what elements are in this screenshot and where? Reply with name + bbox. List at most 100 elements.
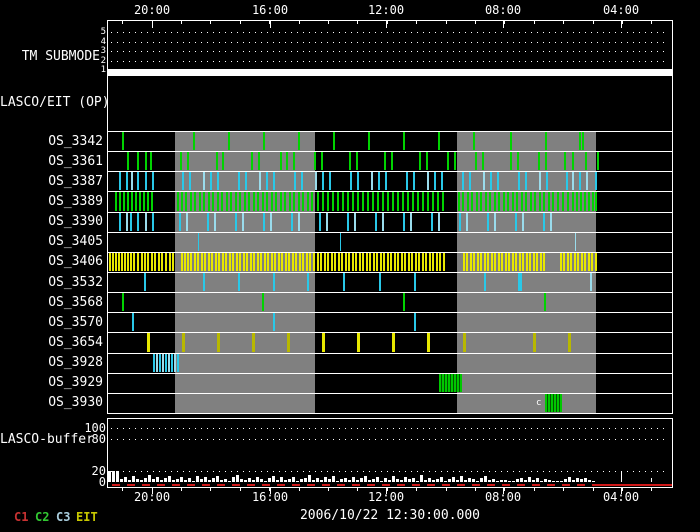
event-tick <box>259 172 261 191</box>
event-tick <box>563 252 565 271</box>
buffer-bar <box>112 471 115 482</box>
buffer-bar <box>136 479 139 482</box>
event-tick <box>572 172 574 191</box>
event-tick <box>426 152 428 171</box>
buffer-bar <box>444 481 447 482</box>
event-tick <box>419 152 421 171</box>
panel-divider <box>107 413 673 414</box>
buffer-bar <box>172 480 175 482</box>
tm-submode-gridline <box>111 41 669 43</box>
event-tick <box>343 273 345 292</box>
event-tick <box>208 252 210 271</box>
event-tick <box>262 192 264 211</box>
axis-minor-tick <box>387 20 388 24</box>
event-tick <box>434 172 436 191</box>
event-tick <box>215 252 217 271</box>
event-tick <box>137 252 139 271</box>
buffer-bar <box>280 477 283 482</box>
event-tick <box>494 252 496 271</box>
event-tick <box>306 252 308 271</box>
event-tick <box>392 333 395 352</box>
event-tick <box>441 172 443 191</box>
event-tick <box>401 252 403 271</box>
event-tick <box>411 252 413 271</box>
buffer-bar <box>448 479 451 482</box>
event-tick <box>544 293 546 312</box>
event-tick <box>182 333 185 352</box>
event-tick <box>515 252 517 271</box>
buffer-bar <box>408 479 411 482</box>
event-tick <box>552 192 554 211</box>
tm-submode-gridline <box>111 51 669 52</box>
event-tick <box>595 252 597 271</box>
event-tick <box>141 252 143 271</box>
event-tick <box>521 192 523 211</box>
buffer-bar <box>340 479 343 482</box>
event-tick <box>417 192 419 211</box>
buffer-bar <box>164 478 167 482</box>
event-tick <box>447 152 449 171</box>
buffer-red-dashed-baseline <box>112 484 598 486</box>
event-tick <box>152 172 154 191</box>
buffer-bar <box>264 481 267 482</box>
event-tick <box>144 252 146 271</box>
event-tick <box>342 192 344 211</box>
event-tick <box>119 212 121 231</box>
event-tick <box>543 252 545 271</box>
axis-hour-label: 08:00 <box>484 490 522 504</box>
event-tick <box>332 192 334 211</box>
event-tick <box>159 353 161 372</box>
event-tick <box>345 252 347 271</box>
event-tick <box>216 152 218 171</box>
event-tick <box>383 252 385 271</box>
buffer-bar <box>272 476 275 482</box>
event-tick <box>230 192 232 211</box>
event-tick <box>251 152 253 171</box>
event-tick <box>169 252 171 271</box>
event-tick <box>352 252 354 271</box>
event-tick <box>127 252 129 271</box>
event-tick <box>127 152 129 171</box>
event-tick <box>525 172 527 191</box>
event-tick <box>201 252 203 271</box>
event-tick <box>534 192 536 211</box>
event-tick <box>121 252 123 271</box>
event-tick <box>529 252 531 271</box>
event-tick <box>518 172 520 191</box>
buffer-bar <box>152 479 155 482</box>
event-tick <box>427 192 429 211</box>
event-tick <box>574 252 576 271</box>
event-tick <box>403 132 405 151</box>
event-tick <box>293 192 295 211</box>
event-tick <box>131 172 133 191</box>
event-tick <box>484 273 486 292</box>
buffer-bar <box>400 480 403 482</box>
buffer-bar <box>360 478 363 482</box>
event-tick <box>355 252 357 271</box>
event-tick <box>546 172 548 191</box>
event-tick <box>143 192 145 211</box>
event-tick <box>543 212 545 231</box>
row-label: OS_3405 <box>48 234 103 250</box>
event-tick <box>484 252 486 271</box>
event-tick <box>397 252 399 271</box>
buffer-bar <box>504 480 507 482</box>
row-label: OS_3570 <box>48 314 103 330</box>
axis-minor-tick <box>328 20 329 24</box>
axis-major-tick <box>386 20 387 28</box>
row-separator <box>107 151 673 152</box>
event-tick <box>579 172 581 191</box>
event-tick <box>154 252 156 271</box>
event-tick <box>267 252 269 271</box>
event-tick <box>147 252 149 271</box>
event-tick <box>273 273 275 292</box>
buffer-bar <box>544 479 547 482</box>
buffer-bar <box>516 479 519 482</box>
buffer-bar <box>156 477 159 482</box>
buffer-bar <box>452 477 455 482</box>
event-tick <box>507 192 509 211</box>
axis-minor-tick <box>416 487 417 491</box>
event-tick <box>181 192 183 211</box>
event-tick <box>185 192 187 211</box>
event-tick <box>436 252 438 271</box>
